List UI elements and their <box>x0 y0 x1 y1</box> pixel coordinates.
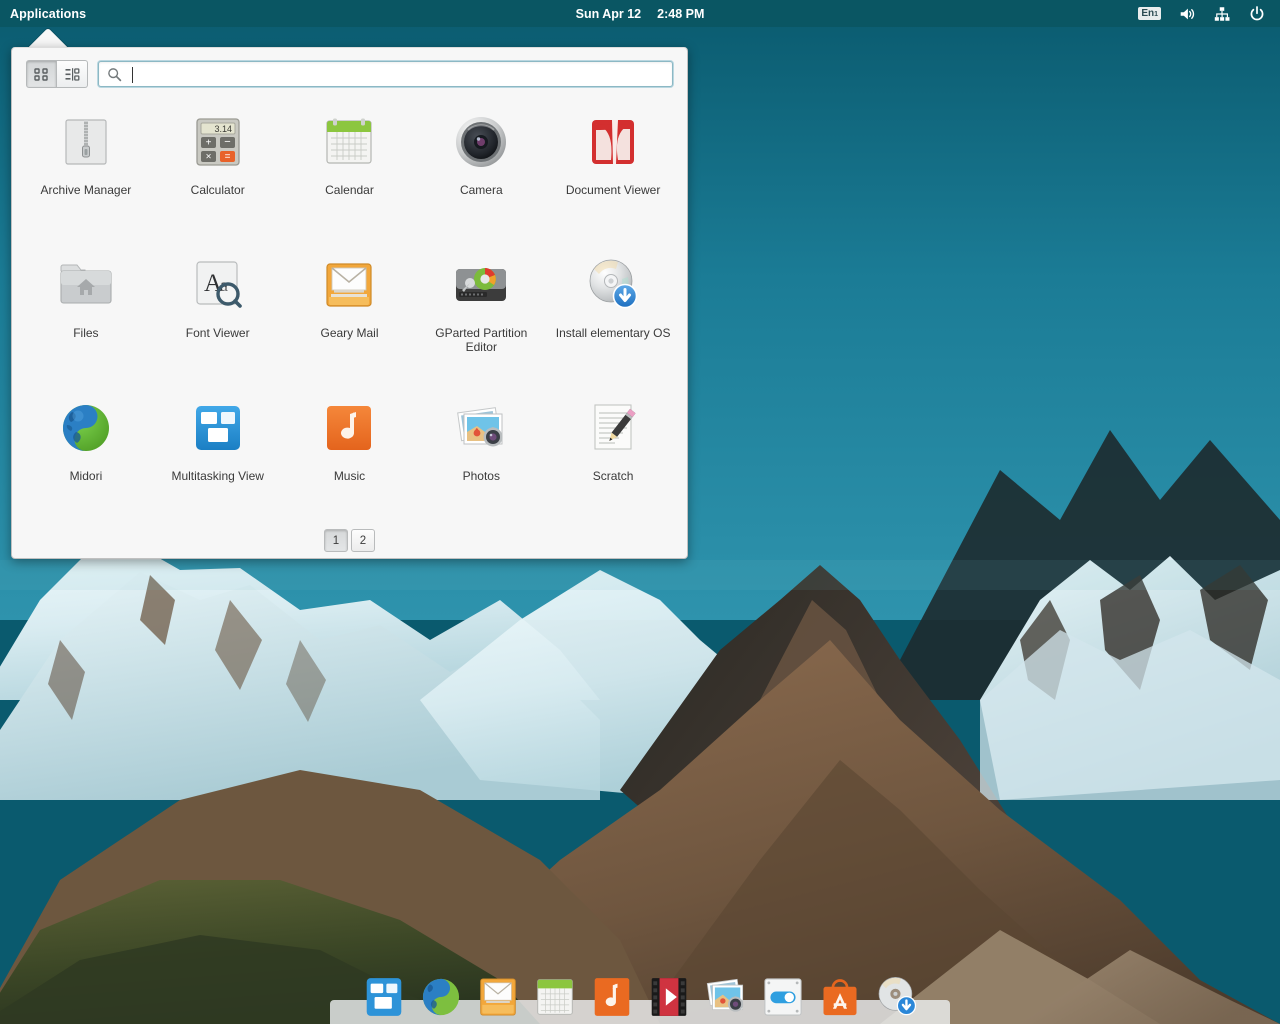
svg-text:−: − <box>224 136 230 148</box>
scratch-icon <box>581 396 645 460</box>
app-label: GParted Partition Editor <box>421 326 541 354</box>
app-label: Scratch <box>593 469 634 483</box>
app-item-multitasking-view[interactable]: Multitasking View <box>152 384 284 527</box>
geary-mail-icon <box>317 253 381 317</box>
desktop: Applications Sun Apr 12 2:48 PM En1 <box>0 0 1280 1024</box>
app-item-files[interactable]: Files <box>20 241 152 384</box>
grid-view-button[interactable] <box>26 60 57 88</box>
app-label: Document Viewer <box>566 183 661 197</box>
app-item-gparted[interactable]: GParted Partition Editor <box>415 241 547 384</box>
dock-item-photos[interactable] <box>701 972 751 1022</box>
calculator-icon: 3.14 + − × = <box>186 110 250 174</box>
dock-item-music[interactable] <box>587 972 637 1022</box>
app-item-geary-mail[interactable]: Geary Mail <box>284 241 416 384</box>
app-label: Multitasking View <box>171 469 263 483</box>
app-label: Calculator <box>191 183 245 197</box>
app-item-scratch[interactable]: Scratch <box>547 384 679 527</box>
keyboard-indicator[interactable]: En1 <box>1138 7 1161 20</box>
gparted-icon <box>449 253 513 317</box>
app-item-photos[interactable]: Photos <box>415 384 547 527</box>
files-icon <box>54 253 118 317</box>
panel-time: 2:48 PM <box>657 7 704 21</box>
app-label: Archive Manager <box>41 183 132 197</box>
app-item-font-viewer[interactable]: A a Font Viewer <box>152 241 284 384</box>
install-elementary-os-icon <box>581 253 645 317</box>
midori-icon <box>54 396 118 460</box>
keyboard-indicator-label: En <box>1141 8 1154 19</box>
app-grid: Archive Manager 3.14 + <box>12 88 687 527</box>
app-item-music[interactable]: Music <box>284 384 416 527</box>
multitasking-view-icon <box>186 396 250 460</box>
dock-item-midori[interactable] <box>416 972 466 1022</box>
dock-item-appcenter[interactable] <box>815 972 865 1022</box>
music-icon <box>317 396 381 460</box>
search-input[interactable] <box>122 63 664 85</box>
app-item-document-viewer[interactable]: Document Viewer <box>547 98 679 241</box>
svg-text:×: × <box>205 152 211 163</box>
app-item-install-elementary-os[interactable]: Install elementary OS <box>547 241 679 384</box>
dock-item-multitasking-view[interactable] <box>359 972 409 1022</box>
category-view-button[interactable] <box>57 60 88 88</box>
applications-menu-label: Applications <box>10 7 86 21</box>
dock-item-geary-mail[interactable] <box>473 972 523 1022</box>
svg-text:=: = <box>224 152 230 163</box>
panel-datetime[interactable]: Sun Apr 12 2:48 PM <box>0 7 1280 21</box>
dock-item-calendar[interactable] <box>530 972 580 1022</box>
app-item-midori[interactable]: Midori <box>20 384 152 527</box>
power-icon[interactable] <box>1248 5 1266 23</box>
app-item-archive-manager[interactable]: Archive Manager <box>20 98 152 241</box>
dock-item-system-settings[interactable] <box>758 972 808 1022</box>
app-label: Music <box>334 469 365 483</box>
volume-icon[interactable] <box>1178 5 1196 23</box>
app-item-calculator[interactable]: 3.14 + − × = Calculator <box>152 98 284 241</box>
network-icon[interactable] <box>1213 5 1231 23</box>
page-button-1[interactable]: 1 <box>324 529 348 552</box>
app-label: Font Viewer <box>186 326 250 340</box>
document-viewer-icon <box>581 110 645 174</box>
svg-text:+: + <box>205 138 211 149</box>
dock <box>330 966 950 1022</box>
search-field[interactable] <box>98 61 673 87</box>
application-launcher: Archive Manager 3.14 + <box>11 28 688 559</box>
app-label: Calendar <box>325 183 374 197</box>
app-label: Files <box>73 326 98 340</box>
app-label: Midori <box>70 469 103 483</box>
app-item-calendar[interactable]: Calendar <box>284 98 416 241</box>
text-caret <box>132 67 133 83</box>
view-mode-toggle <box>26 60 88 88</box>
svg-text:3.14: 3.14 <box>214 124 232 134</box>
app-item-camera[interactable]: Camera <box>415 98 547 241</box>
search-icon <box>107 67 122 82</box>
app-label: Geary Mail <box>320 326 378 340</box>
panel-date: Sun Apr 12 <box>576 7 642 21</box>
launcher-pointer <box>28 28 70 49</box>
panel-indicators: En1 <box>1138 5 1280 23</box>
font-viewer-icon: A a <box>186 253 250 317</box>
top-panel: Applications Sun Apr 12 2:48 PM En1 <box>0 0 1280 27</box>
app-label: Camera <box>460 183 503 197</box>
app-label: Photos <box>463 469 500 483</box>
photos-icon <box>449 396 513 460</box>
page-indicator: 1 2 <box>12 527 687 558</box>
archive-manager-icon <box>54 110 118 174</box>
launcher-header <box>12 48 687 88</box>
app-label: Install elementary OS <box>556 326 671 340</box>
keyboard-indicator-sub: 1 <box>1154 11 1158 19</box>
page-button-2[interactable]: 2 <box>351 529 375 552</box>
camera-icon <box>449 110 513 174</box>
dock-item-install-elementary-os[interactable] <box>872 972 922 1022</box>
calendar-icon <box>317 110 381 174</box>
dock-item-videos[interactable] <box>644 972 694 1022</box>
applications-menu-button[interactable]: Applications <box>0 0 96 27</box>
